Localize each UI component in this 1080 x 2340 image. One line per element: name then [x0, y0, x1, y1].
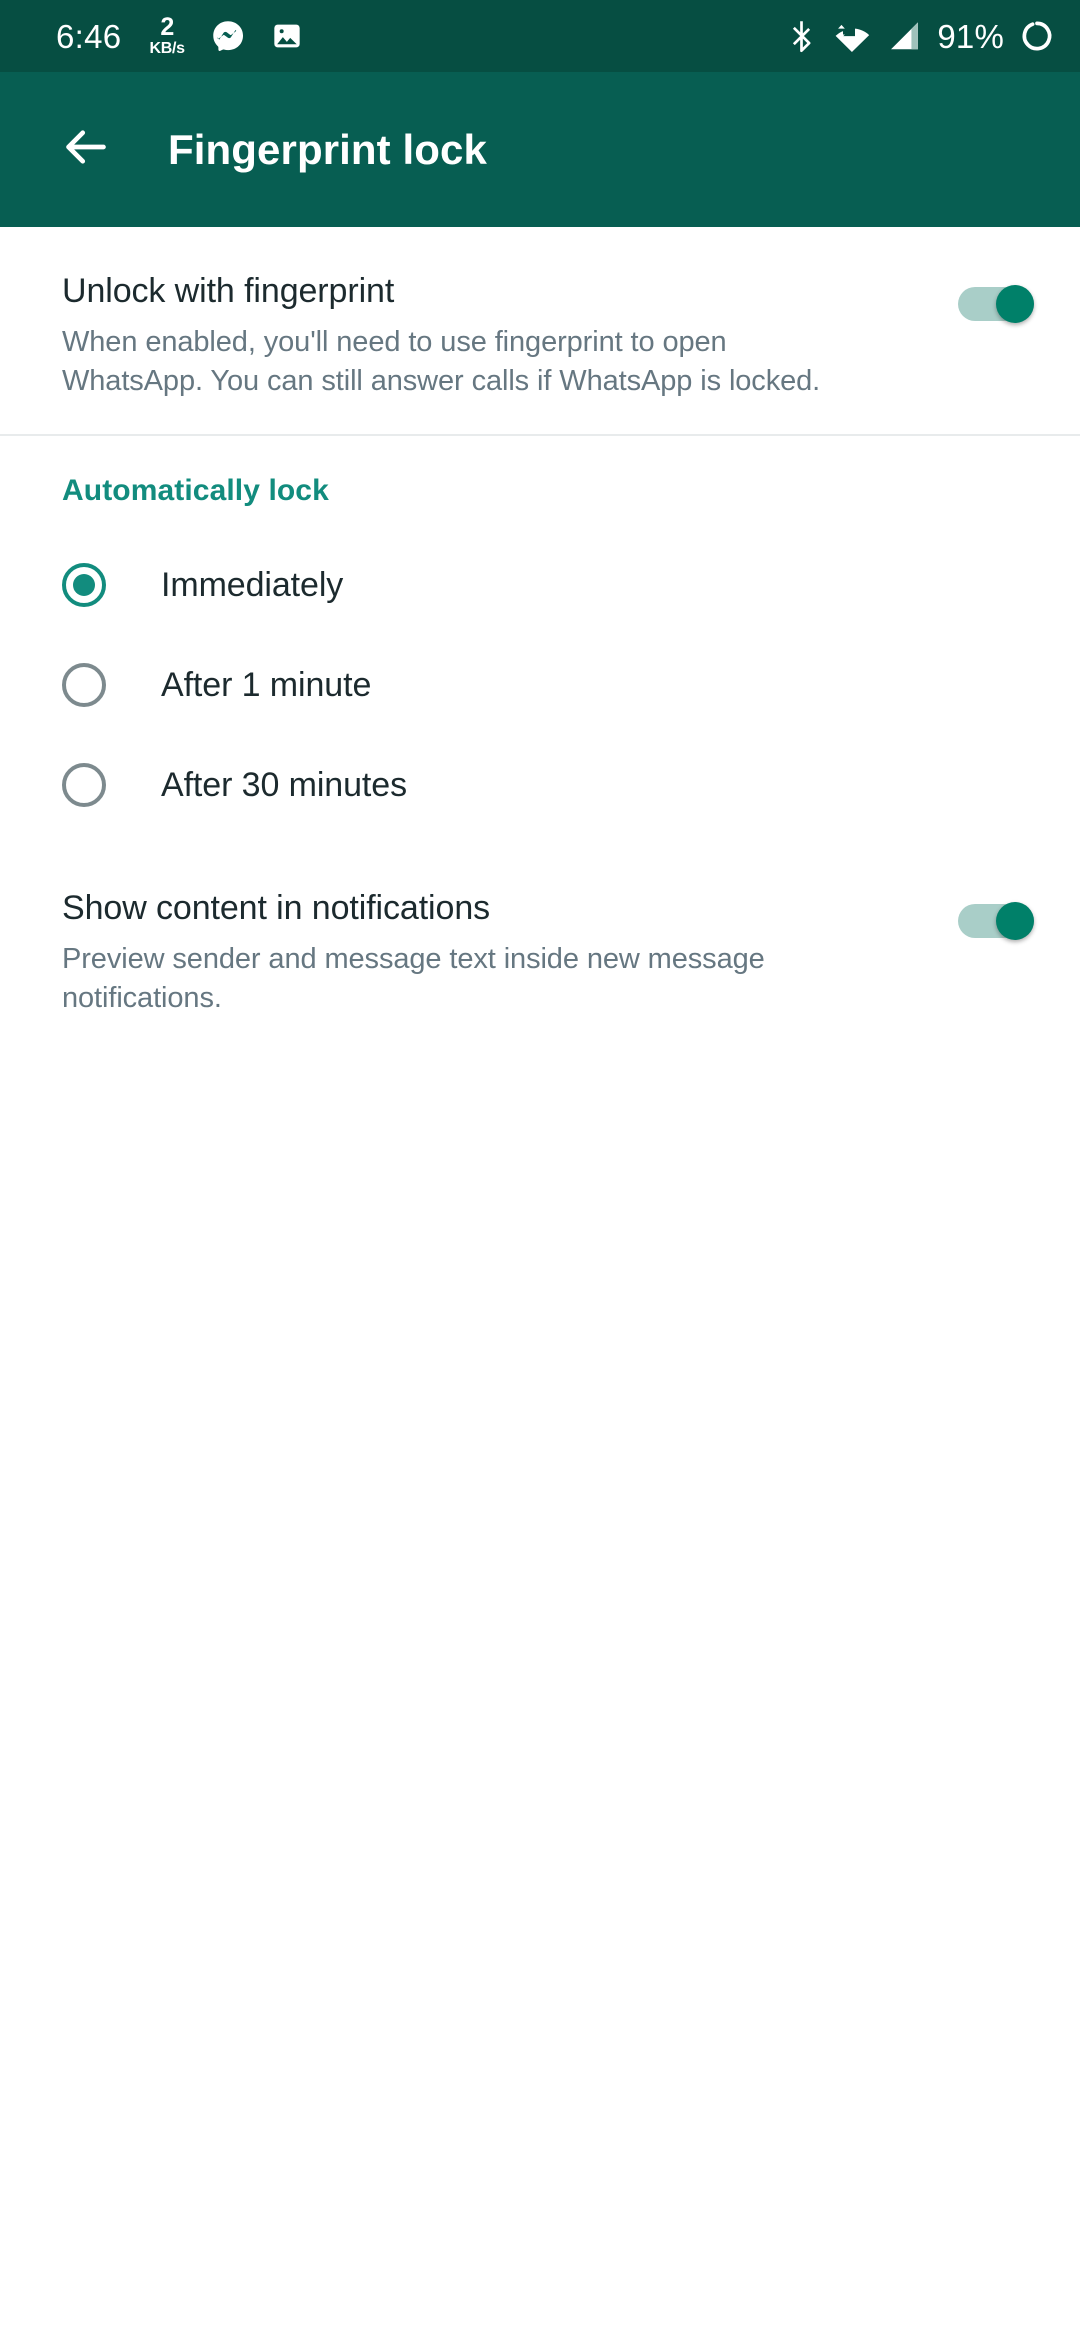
page-title: Fingerprint lock	[168, 125, 487, 173]
image-icon	[271, 20, 303, 52]
settings-content: Unlock with fingerprint When enabled, yo…	[0, 227, 1080, 2340]
radio-button-after-1-minute[interactable]	[62, 663, 106, 708]
setting-row-show-content-in-notifications[interactable]: Show content in notifications Preview se…	[0, 844, 1080, 1051]
show-content-in-notifications-toggle[interactable]	[958, 902, 1034, 941]
unlock-with-fingerprint-toggle[interactable]	[958, 285, 1034, 323]
battery-percentage: 91%	[937, 17, 1004, 55]
back-arrow-icon	[58, 119, 114, 180]
radio-row-after-30-minutes[interactable]: After 30 minutes	[0, 742, 1080, 828]
cellular-signal-icon	[887, 19, 921, 53]
radio-button-after-30-minutes[interactable]	[62, 763, 106, 808]
radio-ring	[62, 663, 106, 708]
notifications-setting-title: Show content in notifications	[62, 889, 491, 928]
radio-row-immediately[interactable]: Immediately	[0, 542, 1080, 628]
radio-label-immediately: Immediately	[161, 565, 344, 604]
radio-row-after-1-minute[interactable]: After 1 minute	[0, 642, 1080, 728]
setting-row-unlock-with-fingerprint[interactable]: Unlock with fingerprint When enabled, yo…	[0, 227, 1080, 434]
notifications-setting-description: Preview sender and message text inside n…	[62, 943, 765, 1014]
bluetooth-icon	[788, 19, 815, 53]
radio-label-after-1-minute: After 1 minute	[161, 665, 372, 704]
status-bar: 6:46 2 KB/s 91%	[0, 0, 1080, 72]
network-speed-value: 2	[160, 13, 174, 41]
toggle-thumb	[996, 285, 1034, 323]
unlock-setting-description: When enabled, you'll need to use fingerp…	[62, 326, 821, 397]
notifications-setting-texts: Show content in notifications Preview se…	[62, 888, 958, 1017]
radio-label-after-30-minutes: After 30 minutes	[161, 765, 407, 804]
status-bar-left-group: 6:46 2 KB/s	[56, 15, 303, 57]
status-bar-clock: 6:46	[56, 17, 122, 55]
messenger-icon	[211, 19, 245, 53]
wifi-icon	[831, 19, 871, 53]
network-speed-unit: KB/s	[149, 40, 185, 57]
back-button[interactable]	[48, 112, 124, 188]
battery-circle-icon	[1020, 19, 1054, 53]
unlock-setting-title: Unlock with fingerprint	[62, 272, 395, 310]
radio-ring	[62, 763, 106, 808]
phone-screen: 6:46 2 KB/s 91% Fingerprint lock Unlock …	[0, 0, 1080, 2340]
unlock-setting-texts: Unlock with fingerprint When enabled, yo…	[62, 271, 958, 400]
radio-button-immediately[interactable]	[62, 563, 106, 608]
status-bar-right-group: 91%	[788, 19, 1054, 53]
automatically-lock-header: Automatically lock	[62, 474, 329, 508]
toggle-thumb	[996, 902, 1034, 941]
app-bar: Fingerprint lock	[0, 72, 1080, 227]
network-speed-indicator: 2 KB/s	[149, 13, 185, 57]
